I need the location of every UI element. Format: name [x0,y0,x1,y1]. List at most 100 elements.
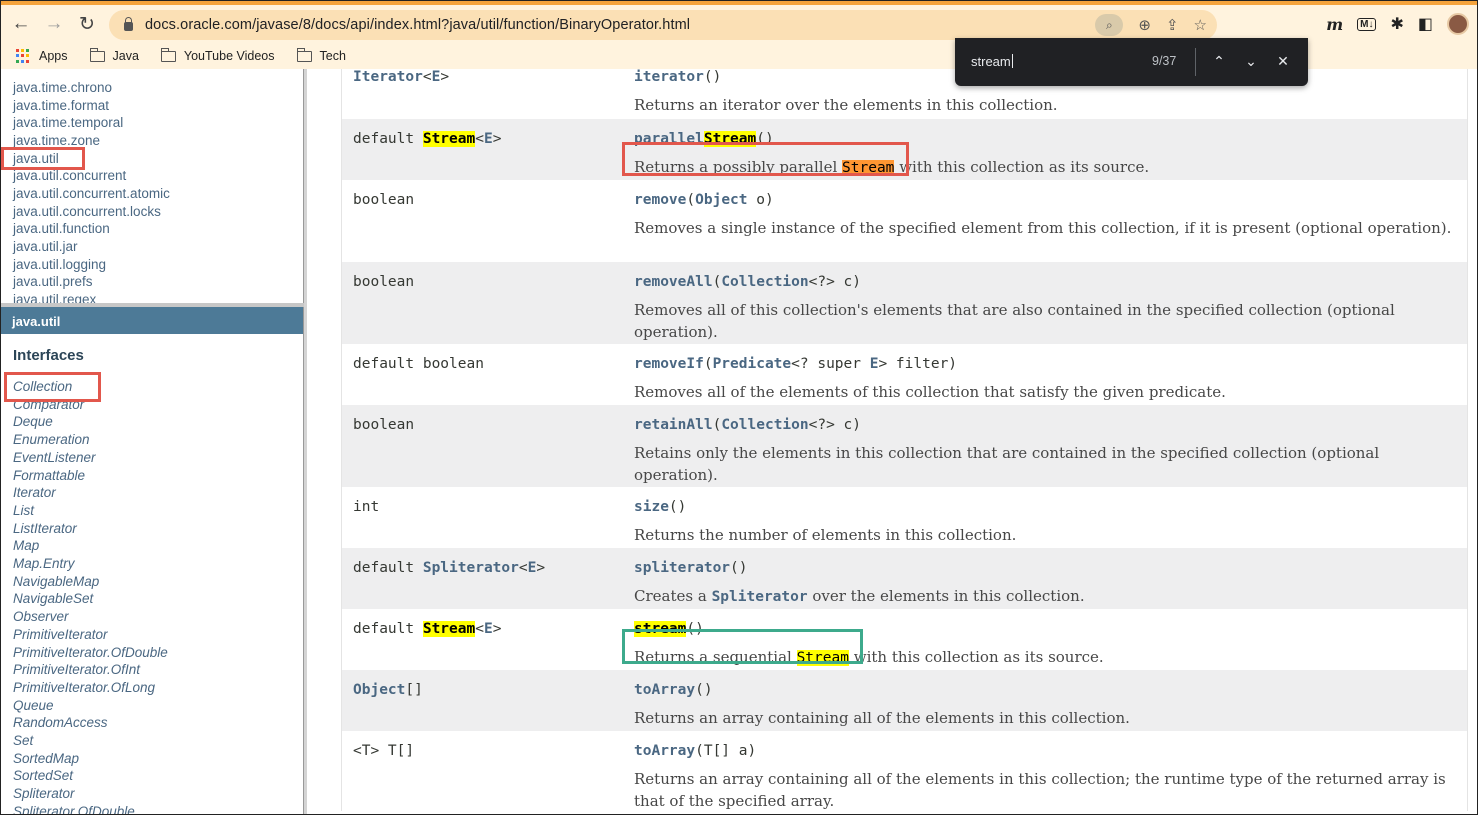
package-link[interactable]: java.util.concurrent.atomic [13,186,170,201]
package-class-frame[interactable]: java.util Interfaces Collection Comparato… [1,307,304,814]
package-link[interactable]: java.util.jar [13,239,78,254]
chevron-up-icon[interactable]: ⌃ [1209,51,1229,71]
method-return-type: boolean [353,417,415,433]
method-link[interactable]: iterator [634,69,704,85]
method-signature: iterator() [634,69,722,85]
bookmark-folder-tech[interactable]: Tech [296,47,346,63]
type-link[interactable]: Spliterator [712,589,808,605]
package-link[interactable]: java.util.function [13,221,110,236]
type-param-link[interactable]: E [484,621,493,637]
package-link[interactable]: java.time.chrono [13,80,112,95]
markdown-extension-icon[interactable]: M↓ [1357,17,1377,31]
find-match-count: 9/37 [1152,54,1177,68]
package-frame-title[interactable]: java.util [1,307,303,334]
method-link[interactable]: retainAll [634,417,713,433]
method-signature: removeIf(Predicate<? super E> filter) [634,356,958,372]
method-description: Removes all of this collection's element… [634,301,1395,341]
interface-link[interactable]: PrimitiveIterator.OfDouble [13,645,168,660]
interface-link[interactable]: PrimitiveIterator [13,627,108,642]
interface-link[interactable]: Iterator [13,485,56,500]
side-panel-icon[interactable]: ◧ [1418,14,1433,34]
interface-link[interactable]: Spliterator [13,786,75,801]
interface-link[interactable]: NavigableMap [13,574,99,589]
address-bar[interactable]: docs.oracle.com/javase/8/docs/api/index.… [109,10,1217,40]
method-return-type: default boolean [353,356,484,372]
type-param-link[interactable]: E [484,131,493,147]
package-link[interactable]: java.util.concurrent [13,168,126,183]
forward-icon[interactable]: → [41,11,67,37]
lock-icon[interactable] [124,16,133,31]
bookmark-apps[interactable]: Apps [16,49,68,63]
highlight-box-java-util [1,147,85,170]
type-link[interactable]: Spliterator [423,560,519,576]
bookmark-folder-youtube-videos[interactable]: YouTube Videos [160,47,275,63]
highlight-box-collection [4,372,101,402]
type-link[interactable]: Predicate [713,356,792,372]
puzzle-extensions-icon[interactable]: ✱ [1390,14,1403,34]
chevron-down-icon[interactable]: ⌄ [1241,51,1261,71]
package-link[interactable]: java.util.prefs [13,274,93,289]
method-return-type: int [353,499,380,515]
package-link[interactable]: java.util.concurrent.locks [13,204,161,219]
back-icon[interactable]: ← [8,11,34,37]
type-link[interactable]: Collection [721,274,808,290]
type-link[interactable]: Collection [721,417,808,433]
interface-link[interactable]: Map.Entry [13,556,75,571]
package-list-frame[interactable]: java.time.chrono java.time.format java.t… [1,69,304,303]
package-link[interactable]: java.util.regex [13,292,96,303]
zoom-icon[interactable]: ⊕ [1138,16,1151,34]
apps-grid-icon [16,49,30,63]
find-input[interactable]: stream [971,54,1013,69]
interface-link[interactable]: SortedMap [13,751,79,766]
interface-link[interactable]: NavigableSet [13,591,93,606]
address-bar-actions: ⌕ ⊕ ⇪ ☆ [1095,10,1207,40]
method-signature: size() [634,499,687,515]
interface-link[interactable]: Queue [13,698,54,713]
interface-link[interactable]: EventListener [13,450,96,465]
method-link[interactable]: spliterator [634,560,730,576]
interface-link[interactable]: Observer [13,609,69,624]
method-link[interactable]: removeAll [634,274,713,290]
interface-link[interactable]: RandomAccess [13,715,108,730]
interface-link[interactable]: Enumeration [13,432,90,447]
javadoc-page: java.time.chrono java.time.format java.t… [1,69,1477,814]
highlight-box-parallel-stream [622,142,909,176]
interface-link[interactable]: ListIterator [13,521,77,536]
interface-link[interactable]: Map [13,538,39,553]
interface-link[interactable]: PrimitiveIterator.OfLong [13,680,155,695]
url-text[interactable]: docs.oracle.com/javase/8/docs/api/index.… [145,17,690,33]
share-icon[interactable]: ⇪ [1166,16,1179,34]
interface-link[interactable]: PrimitiveIterator.OfInt [13,662,140,677]
method-signature: removeAll(Collection<?> c) [634,274,862,290]
find-indicator-icon[interactable]: ⌕ [1095,14,1124,36]
type-link[interactable]: Object [353,682,405,698]
type-link[interactable]: Stream [422,621,476,637]
method-link[interactable]: toArray [634,682,695,698]
table-row: default Stream<E> stream() Returns a seq… [342,609,1467,670]
interface-link[interactable]: Set [13,733,33,748]
interface-link[interactable]: SortedSet [13,768,73,783]
bookmark-folder-java[interactable]: Java [89,47,139,63]
package-link[interactable]: java.time.zone [13,133,100,148]
package-link[interactable]: java.util.logging [13,257,106,272]
method-link[interactable]: toArray [634,743,695,759]
type-link[interactable]: Iterator [353,69,423,85]
method-link[interactable]: removeIf [634,356,704,372]
package-link[interactable]: java.time.format [13,98,109,113]
type-link[interactable]: Stream [422,131,476,147]
interface-link[interactable]: Deque [13,414,53,429]
m-extension-icon[interactable]: m [1326,15,1343,34]
method-link[interactable]: remove [634,192,686,208]
table-row: default Stream<E> parallelStream() Retur… [342,119,1467,180]
close-icon[interactable]: ✕ [1273,51,1293,71]
type-link[interactable]: Object [695,192,747,208]
interface-link[interactable]: Formattable [13,468,85,483]
interface-link[interactable]: Spliterator.OfDouble [13,804,135,814]
bookmark-star-icon[interactable]: ☆ [1194,16,1207,34]
package-link[interactable]: java.time.temporal [13,115,123,130]
method-link[interactable]: size [634,499,669,515]
profile-avatar[interactable] [1447,13,1469,35]
interface-link[interactable]: List [13,503,34,518]
reload-icon[interactable]: ↻ [74,11,100,37]
type-param-link[interactable]: E [432,69,441,85]
